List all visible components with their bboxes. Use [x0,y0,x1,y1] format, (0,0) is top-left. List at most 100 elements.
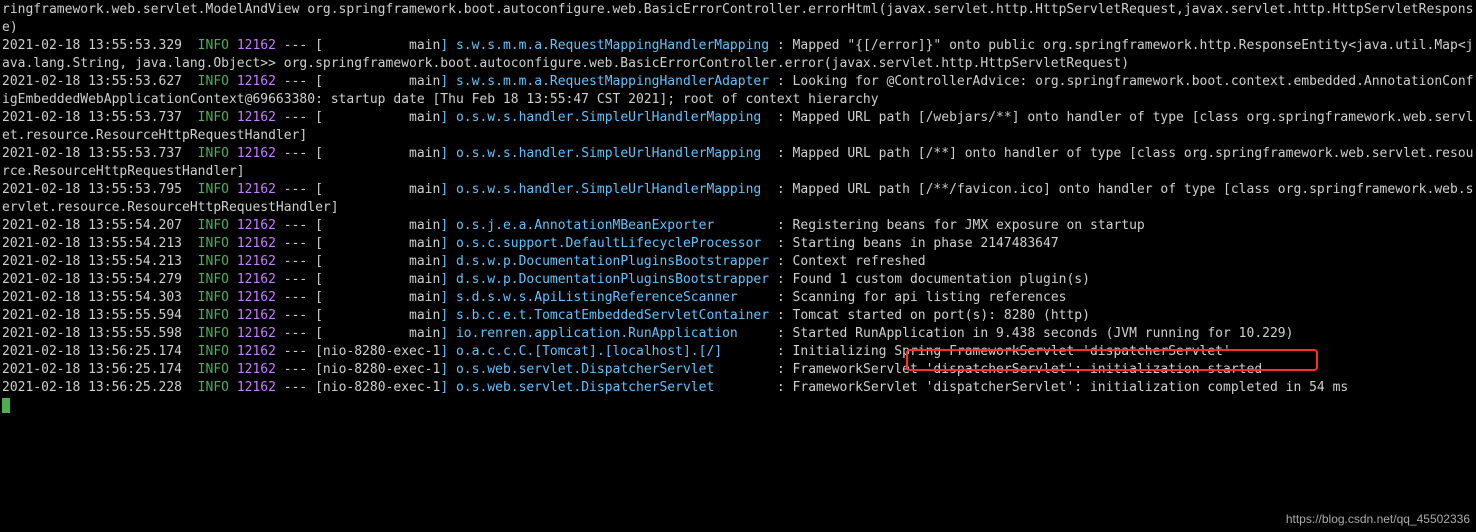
log-logger: d.s.w.p.DocumentationPluginsBootstrapper [456,272,769,287]
log-thread-bracket: ] [440,326,456,341]
log-level: INFO [198,110,229,125]
log-thread-bracket: ] [440,272,456,287]
log-pid: 12162 [237,290,276,305]
log-timestamp: 2021-02-18 13:55:55.598 [2,326,198,341]
log-line: 2021-02-18 13:55:53.737 INFO 12162 --- [… [2,109,1474,145]
log-thread: main [323,236,440,251]
log-timestamp: 2021-02-18 13:55:54.213 [2,254,198,269]
log-pid: 12162 [237,308,276,323]
log-separator: --- [ [276,308,323,323]
log-thread-bracket: ] [440,362,456,377]
log-logger: o.s.j.e.a.AnnotationMBeanExporter [456,218,769,233]
log-thread-bracket: ] [440,344,456,359]
log-thread-bracket: ] [440,236,456,251]
log-timestamp: 2021-02-18 13:55:55.594 [2,308,198,323]
log-pid: 12162 [237,110,276,125]
log-pid: 12162 [237,74,276,89]
log-level: INFO [198,74,229,89]
log-logger: o.a.c.c.C.[Tomcat].[localhost].[/] [456,344,769,359]
log-message: Context refreshed [793,254,926,269]
log-level: INFO [198,236,229,251]
log-message: FrameworkServlet 'dispatcherServlet': in… [793,362,1263,377]
log-timestamp: 2021-02-18 13:56:25.174 [2,362,198,377]
log-timestamp: 2021-02-18 13:55:54.303 [2,290,198,305]
log-thread-bracket: ] [440,254,456,269]
log-pid: 12162 [237,182,276,197]
log-line: 2021-02-18 13:56:25.174 INFO 12162 --- [… [2,343,1474,361]
log-level: INFO [198,344,229,359]
log-level: INFO [198,380,229,395]
log-separator: --- [ [276,110,323,125]
log-thread-bracket: ] [440,308,456,323]
log-level: INFO [198,254,229,269]
log-pid: 12162 [237,272,276,287]
log-thread-bracket: ] [440,38,456,53]
log-pid: 12162 [237,380,276,395]
log-thread: main [323,74,440,89]
log-logger: s.w.s.m.m.a.RequestMappingHandlerMapping [456,38,769,53]
log-thread: main [323,272,440,287]
log-thread: main [323,254,440,269]
log-separator: --- [ [276,380,323,395]
log-thread-bracket: ] [440,146,456,161]
log-line: 2021-02-18 13:55:54.207 INFO 12162 --- [… [2,217,1474,235]
log-logger: o.s.web.servlet.DispatcherServlet [456,380,769,395]
log-line: 2021-02-18 13:55:54.279 INFO 12162 --- [… [2,271,1474,289]
log-line: 2021-02-18 13:55:55.598 INFO 12162 --- [… [2,325,1474,343]
log-thread: nio-8280-exec-1 [323,380,440,395]
log-pid: 12162 [237,344,276,359]
cursor-icon [2,398,10,413]
log-level: INFO [198,218,229,233]
terminal-output: ringframework.web.servlet.ModelAndView o… [0,0,1476,416]
log-line: 2021-02-18 13:55:54.213 INFO 12162 --- [… [2,253,1474,271]
log-message: ringframework.web.servlet.ModelAndView o… [2,2,1473,35]
log-thread: main [323,110,440,125]
log-level: INFO [198,38,229,53]
log-timestamp: 2021-02-18 13:55:54.207 [2,218,198,233]
log-message: Scanning for api listing references [793,290,1067,305]
log-timestamp: 2021-02-18 13:56:25.228 [2,380,198,395]
log-thread: nio-8280-exec-1 [323,362,440,377]
log-timestamp: 2021-02-18 13:55:53.737 [2,146,198,161]
log-timestamp: 2021-02-18 13:55:54.279 [2,272,198,287]
log-thread: main [323,290,440,305]
log-line: 2021-02-18 13:55:54.213 INFO 12162 --- [… [2,235,1474,253]
log-level: INFO [198,326,229,341]
log-message: Initializing Spring FrameworkServlet 'di… [793,344,1231,359]
log-logger: io.renren.application.RunApplication [456,326,769,341]
log-message: Tomcat started on port(s): 8280 (http) [793,308,1090,323]
log-separator: --- [ [276,236,323,251]
log-level: INFO [198,182,229,197]
log-level: INFO [198,290,229,305]
log-pid: 12162 [237,218,276,233]
prompt-line[interactable] [2,397,1474,415]
log-logger: d.s.w.p.DocumentationPluginsBootstrapper [456,254,769,269]
log-timestamp: 2021-02-18 13:55:53.627 [2,74,198,89]
log-separator: --- [ [276,362,323,377]
log-level: INFO [198,308,229,323]
log-message: Found 1 custom documentation plugin(s) [793,272,1090,287]
log-logger: o.s.c.support.DefaultLifecycleProcessor [456,236,769,251]
log-message: Registering beans for JMX exposure on st… [793,218,1145,233]
log-thread: main [323,218,440,233]
log-thread-bracket: ] [440,380,456,395]
log-level: INFO [198,146,229,161]
log-line: 2021-02-18 13:55:53.737 INFO 12162 --- [… [2,145,1474,181]
log-logger: o.s.w.s.handler.SimpleUrlHandlerMapping [456,182,769,197]
log-separator: --- [ [276,218,323,233]
log-message: Starting beans in phase 2147483647 [793,236,1059,251]
log-pid: 12162 [237,326,276,341]
log-separator: --- [ [276,290,323,305]
log-level: INFO [198,272,229,287]
log-thread-bracket: ] [440,74,456,89]
log-logger: o.s.w.s.handler.SimpleUrlHandlerMapping [456,110,769,125]
log-separator: --- [ [276,326,323,341]
watermark-text: https://blog.csdn.net/qq_45502336 [1286,510,1470,528]
log-logger: s.d.s.w.s.ApiListingReferenceScanner [456,290,769,305]
log-line: 2021-02-18 13:55:53.329 INFO 12162 --- [… [2,37,1474,73]
log-pid: 12162 [237,38,276,53]
log-thread: main [323,38,440,53]
log-timestamp: 2021-02-18 13:55:53.795 [2,182,198,197]
log-line: 2021-02-18 13:55:53.795 INFO 12162 --- [… [2,181,1474,217]
log-thread: main [323,146,440,161]
